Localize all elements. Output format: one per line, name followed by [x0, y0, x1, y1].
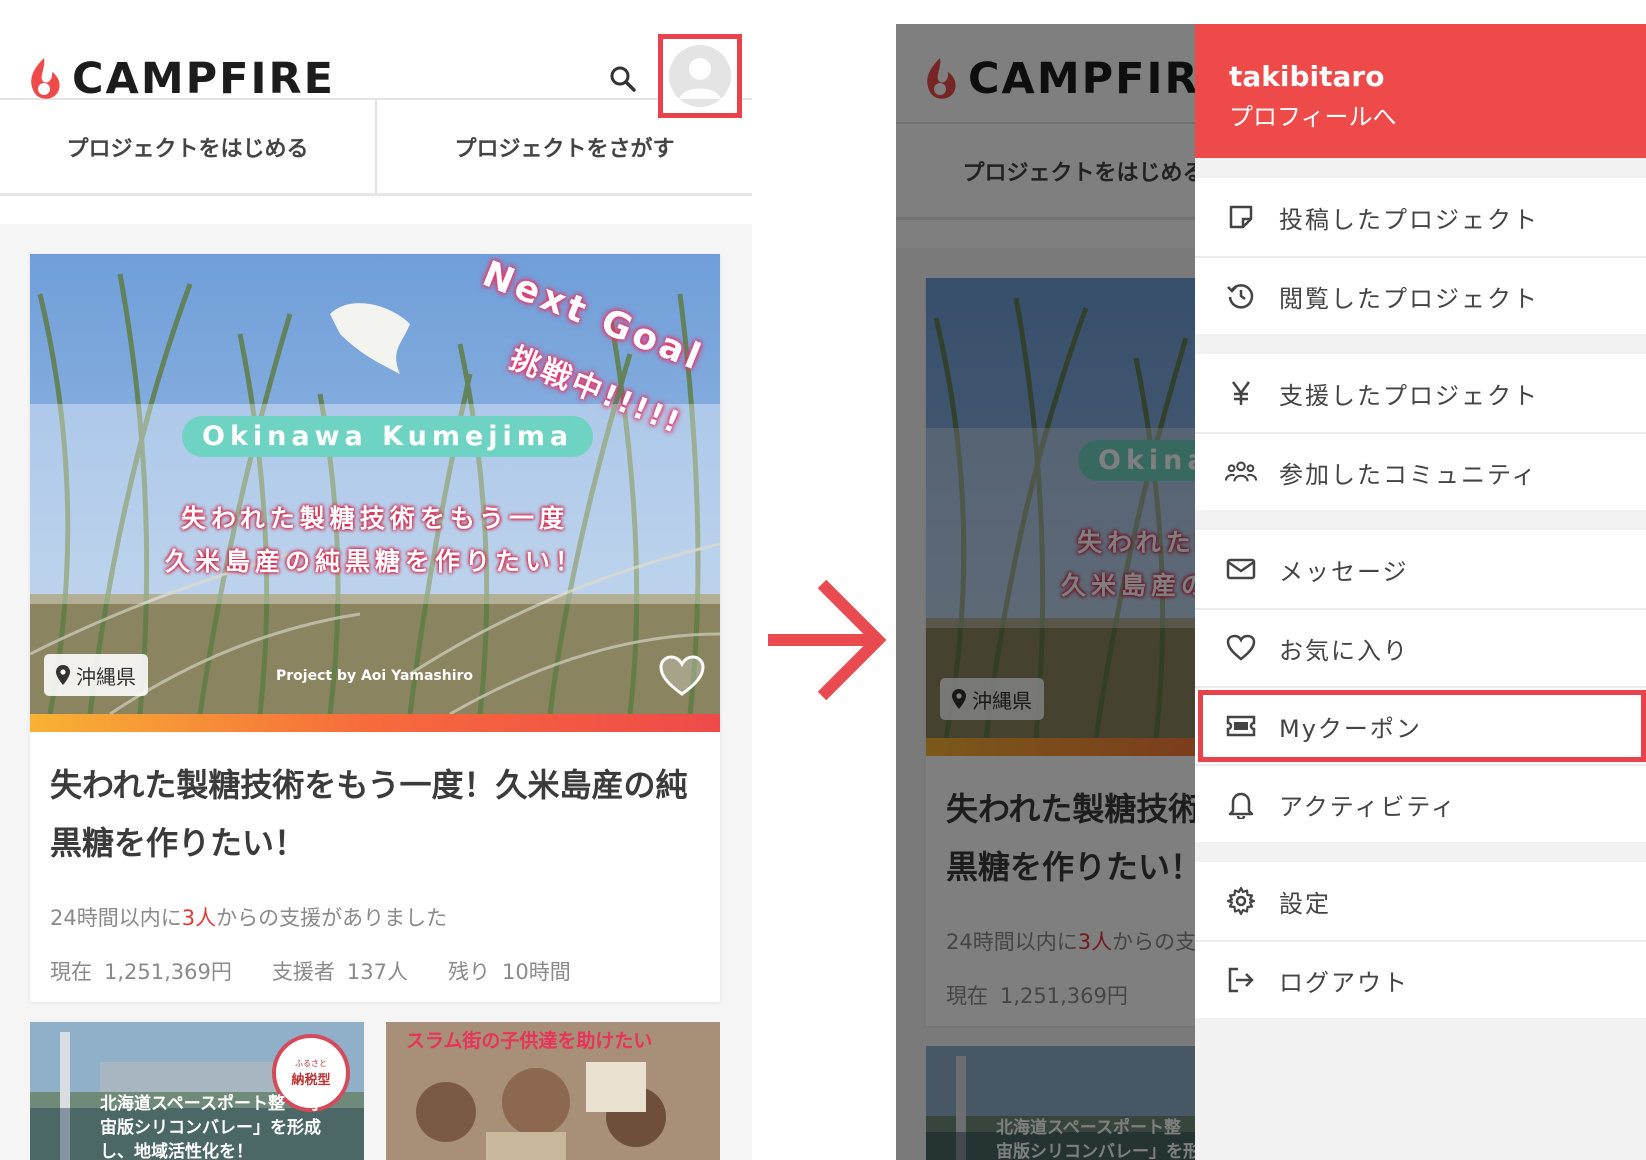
recent-count: 3人	[181, 906, 217, 930]
profile-link[interactable]: プロフィールへ	[1229, 97, 1646, 132]
menu-label: アクティビティ	[1279, 792, 1457, 821]
stat-current: 現在1,251,369円	[50, 960, 232, 984]
project-image[interactable]: Next Goal 挑戦中!!!!! Okinawa Kumejima 失われた…	[30, 254, 720, 714]
menu-settings[interactable]: 設定	[1195, 862, 1646, 940]
stat-supporters: 支援者 137人	[271, 960, 408, 984]
menu-supported-projects[interactable]: 支援したプロジェクト	[1195, 354, 1646, 432]
screen-after: CAMPFIRE プロジェクトをはじめる プロジェクトをさがす	[896, 24, 1646, 1160]
favorite-heart-icon[interactable]	[658, 654, 706, 698]
menu-group-activity: メッセージ お気に入り Myクーポン アクティビティ	[1195, 530, 1646, 842]
avatar-icon	[669, 45, 731, 107]
menu-label: 設定	[1279, 889, 1331, 918]
logo-text: CAMPFIRE	[72, 54, 335, 104]
project-card-spaceport[interactable]: ふるさと 納税型 北海道スペースポート整 「宇宙版シリコンバレー」を形成 し、地…	[30, 1022, 364, 1160]
menu-activity[interactable]: アクティビティ	[1195, 764, 1646, 842]
project-feed: Next Goal 挑戦中!!!!! Okinawa Kumejima 失われた…	[0, 224, 752, 1160]
menu-label: お気に入り	[1279, 636, 1409, 665]
menu-logout[interactable]: ログアウト	[1195, 940, 1646, 1018]
recent-support: 24時間以内に3人からの支援がありました	[50, 906, 448, 930]
menu-label: メッセージ	[1279, 557, 1409, 586]
search-icon[interactable]	[608, 64, 638, 94]
funding-progress-bar	[30, 714, 720, 732]
logout-icon	[1225, 964, 1257, 996]
menu-group-projects: 投稿したプロジェクト 閲覧したプロジェクト	[1195, 178, 1646, 334]
menu-messages[interactable]: メッセージ	[1195, 530, 1646, 608]
mail-icon	[1225, 553, 1257, 585]
post-icon	[1225, 201, 1257, 233]
menu-group-account: 設定 ログアウト	[1195, 862, 1646, 1018]
menu-joined-communities[interactable]: 参加したコミュニティ	[1195, 432, 1646, 510]
gear-icon	[1225, 885, 1257, 917]
project-credit: Project by Aoi Yamashiro	[276, 668, 474, 684]
coupon-icon	[1225, 710, 1257, 742]
menu-label: 支援したプロジェクト	[1279, 381, 1539, 410]
history-icon	[1225, 280, 1257, 312]
menu-label: 閲覧したプロジェクト	[1279, 284, 1539, 313]
campfire-logo[interactable]: CAMPFIRE	[26, 54, 335, 104]
account-drawer: takibitaro プロフィールへ 投稿したプロジェクト 閲覧したプロジェクト	[1195, 24, 1646, 1160]
nav-tabs: プロジェクトをはじめる プロジェクトをさがす	[0, 100, 752, 196]
project-card[interactable]: Next Goal 挑戦中!!!!! Okinawa Kumejima 失われた…	[30, 254, 720, 1002]
community-icon	[1225, 456, 1257, 488]
kumejima-sign: Okinawa Kumejima	[182, 416, 594, 457]
menu-label: 参加したコミュニティ	[1279, 460, 1538, 489]
spaceport-caption: 北海道スペースポート整 「宇宙版シリコンバレー」を形成 し、地域活性化を！	[100, 1094, 325, 1160]
menu-label: 投稿したプロジェクト	[1279, 205, 1539, 234]
slum-caption: スラム街の子供達を助けたい	[406, 1030, 653, 1052]
app-header: CAMPFIRE	[0, 0, 752, 118]
image-headline-1: 失われた製糖技術をもう一度	[180, 504, 569, 533]
map-pin-icon	[56, 665, 70, 685]
project-stats: 現在 1,251,369円 支援者 137人 残り 10時間	[50, 956, 611, 986]
project-card-slum[interactable]: スラム街の子供達を助けたい	[386, 1022, 720, 1160]
image-headline-2: 久米島産の純黒糖を作りたい！	[164, 547, 585, 576]
location-label: 沖縄県	[76, 664, 136, 689]
flame-logo-icon	[31, 58, 60, 99]
drawer-username: takibitaro	[1229, 60, 1385, 93]
menu-group-support: 支援したプロジェクト 参加したコミュニティ	[1195, 354, 1646, 510]
menu-label: Myクーポン	[1279, 714, 1422, 743]
arrow-right-icon	[768, 579, 887, 701]
menu-my-coupons[interactable]: Myクーポン	[1195, 686, 1646, 764]
screen-before: CAMPFIRE プロジェクトをはじめる プロジェクトをさがす Next Goa…	[0, 0, 752, 1160]
account-button[interactable]	[658, 34, 742, 118]
tab-start-project[interactable]: プロジェクトをはじめる	[0, 100, 375, 193]
menu-label: ログアウト	[1279, 968, 1409, 997]
yen-icon	[1225, 377, 1257, 409]
project-title[interactable]: 失われた製糖技術をもう一度！久米島産の純黒糖を作りたい！	[50, 756, 710, 872]
menu-favorites[interactable]: お気に入り	[1195, 608, 1646, 686]
menu-posted-projects[interactable]: 投稿したプロジェクト	[1195, 178, 1646, 256]
heart-icon	[1225, 632, 1257, 664]
location-tag[interactable]: 沖縄県	[44, 654, 148, 696]
bell-icon	[1225, 788, 1257, 820]
drawer-header[interactable]: takibitaro プロフィールへ	[1195, 24, 1646, 158]
menu-viewed-projects[interactable]: 閲覧したプロジェクト	[1195, 256, 1646, 334]
stat-remaining: 残り 10時間	[447, 960, 571, 984]
